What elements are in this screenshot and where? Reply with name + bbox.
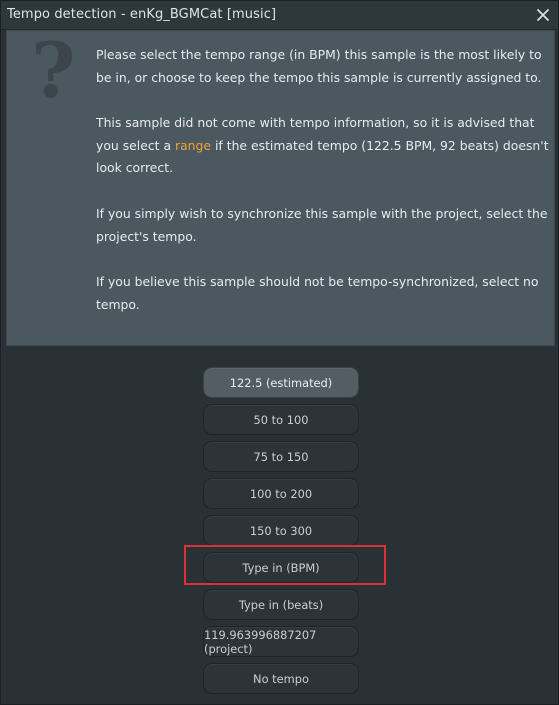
range-link[interactable]: range xyxy=(175,138,211,153)
range-75-150-button[interactable]: 75 to 150 xyxy=(203,441,359,472)
window-title: Tempo detection - enKg_BGMCat [music] xyxy=(7,7,277,22)
message-paragraph-4: If you believe this sample should not be… xyxy=(96,274,539,312)
question-mark-icon: ? xyxy=(31,26,76,115)
tempo-detection-dialog: Tempo detection - enKg_BGMCat [music] ? … xyxy=(0,0,559,705)
message-paragraph-1: Please select the tempo range (in BPM) t… xyxy=(96,47,542,85)
no-tempo-button[interactable]: No tempo xyxy=(203,663,359,694)
type-in-bpm-button[interactable]: Type in (BPM) xyxy=(203,552,359,583)
message-panel: ? Please select the tempo range (in BPM)… xyxy=(6,30,555,346)
project-tempo-button[interactable]: 119.963996887207 (project) xyxy=(203,626,359,657)
title-bar[interactable]: Tempo detection - enKg_BGMCat [music] xyxy=(1,1,558,30)
tempo-options: 122.5 (estimated) 50 to 100 75 to 150 10… xyxy=(203,367,359,700)
range-50-100-button[interactable]: 50 to 100 xyxy=(203,404,359,435)
estimated-tempo-button[interactable]: 122.5 (estimated) xyxy=(203,367,359,398)
message-paragraph-3: If you simply wish to synchronize this s… xyxy=(96,205,548,244)
range-150-300-button[interactable]: 150 to 300 xyxy=(203,515,359,546)
type-in-beats-button[interactable]: Type in (beats) xyxy=(203,589,359,620)
range-100-200-button[interactable]: 100 to 200 xyxy=(203,478,359,509)
message-text: Please select the tempo range (in BPM) t… xyxy=(96,44,551,339)
message-paragraph-2: This sample did not come with tempo info… xyxy=(96,112,551,180)
close-icon[interactable] xyxy=(534,6,552,24)
